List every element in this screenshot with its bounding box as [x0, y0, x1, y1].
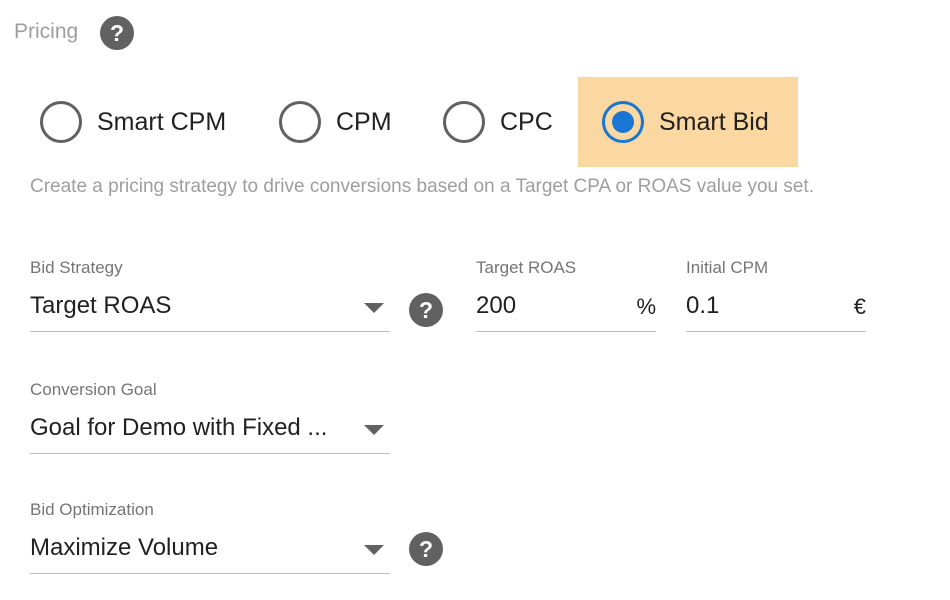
- radio-label: Smart CPM: [97, 107, 227, 136]
- radio-unchecked-icon: [40, 101, 82, 143]
- bid-strategy-help-icon[interactable]: ?: [409, 293, 443, 327]
- bid-strategy-label: Bid Strategy: [30, 258, 123, 277]
- radio-cpm[interactable]: CPM: [267, 77, 404, 167]
- conversion-goal-label: Conversion Goal: [30, 380, 157, 399]
- radio-cpc[interactable]: CPC: [431, 77, 565, 167]
- euro-suffix: €: [853, 294, 866, 319]
- percent-suffix: %: [636, 294, 656, 319]
- radio-label: Smart Bid: [659, 107, 769, 136]
- pricing-help-icon[interactable]: ?: [100, 16, 134, 50]
- dropdown-arrow-icon: [364, 545, 384, 555]
- bid-optimization-value: Maximize Volume: [30, 534, 219, 561]
- conversion-goal-value: Goal for Demo with Fixed ...: [30, 414, 328, 441]
- radio-unchecked-icon: [443, 101, 485, 143]
- bid-strategy-value: Target ROAS: [30, 292, 172, 319]
- radio-label: CPC: [500, 107, 553, 136]
- radio-smart-bid[interactable]: Smart Bid: [578, 77, 798, 167]
- initial-cpm-value: 0.1: [686, 292, 720, 319]
- dropdown-arrow-icon: [364, 303, 384, 313]
- radio-checked-icon: [602, 101, 644, 143]
- target-roas-input[interactable]: 200 %: [476, 288, 656, 332]
- radio-dot: [612, 111, 634, 133]
- radio-label: CPM: [336, 107, 392, 136]
- pricing-description: Create a pricing strategy to drive conve…: [30, 176, 814, 197]
- pricing-title: Pricing: [14, 20, 79, 43]
- bid-optimization-label: Bid Optimization: [30, 500, 154, 519]
- radio-unchecked-icon: [279, 101, 321, 143]
- bid-optimization-help-icon[interactable]: ?: [409, 532, 443, 566]
- conversion-goal-select[interactable]: Goal for Demo with Fixed ...: [30, 410, 390, 454]
- bid-strategy-select[interactable]: Target ROAS: [30, 288, 390, 332]
- pricing-panel: Pricing ? Smart CPM CPM CPC Smart Bid Cr…: [0, 0, 950, 600]
- bid-optimization-select[interactable]: Maximize Volume: [30, 530, 390, 574]
- dropdown-arrow-icon: [364, 425, 384, 435]
- initial-cpm-input[interactable]: 0.1 €: [686, 288, 866, 332]
- target-roas-value: 200: [476, 292, 517, 319]
- radio-smart-cpm[interactable]: Smart CPM: [28, 77, 238, 167]
- target-roas-label: Target ROAS: [476, 258, 577, 277]
- initial-cpm-label: Initial CPM: [686, 258, 769, 277]
